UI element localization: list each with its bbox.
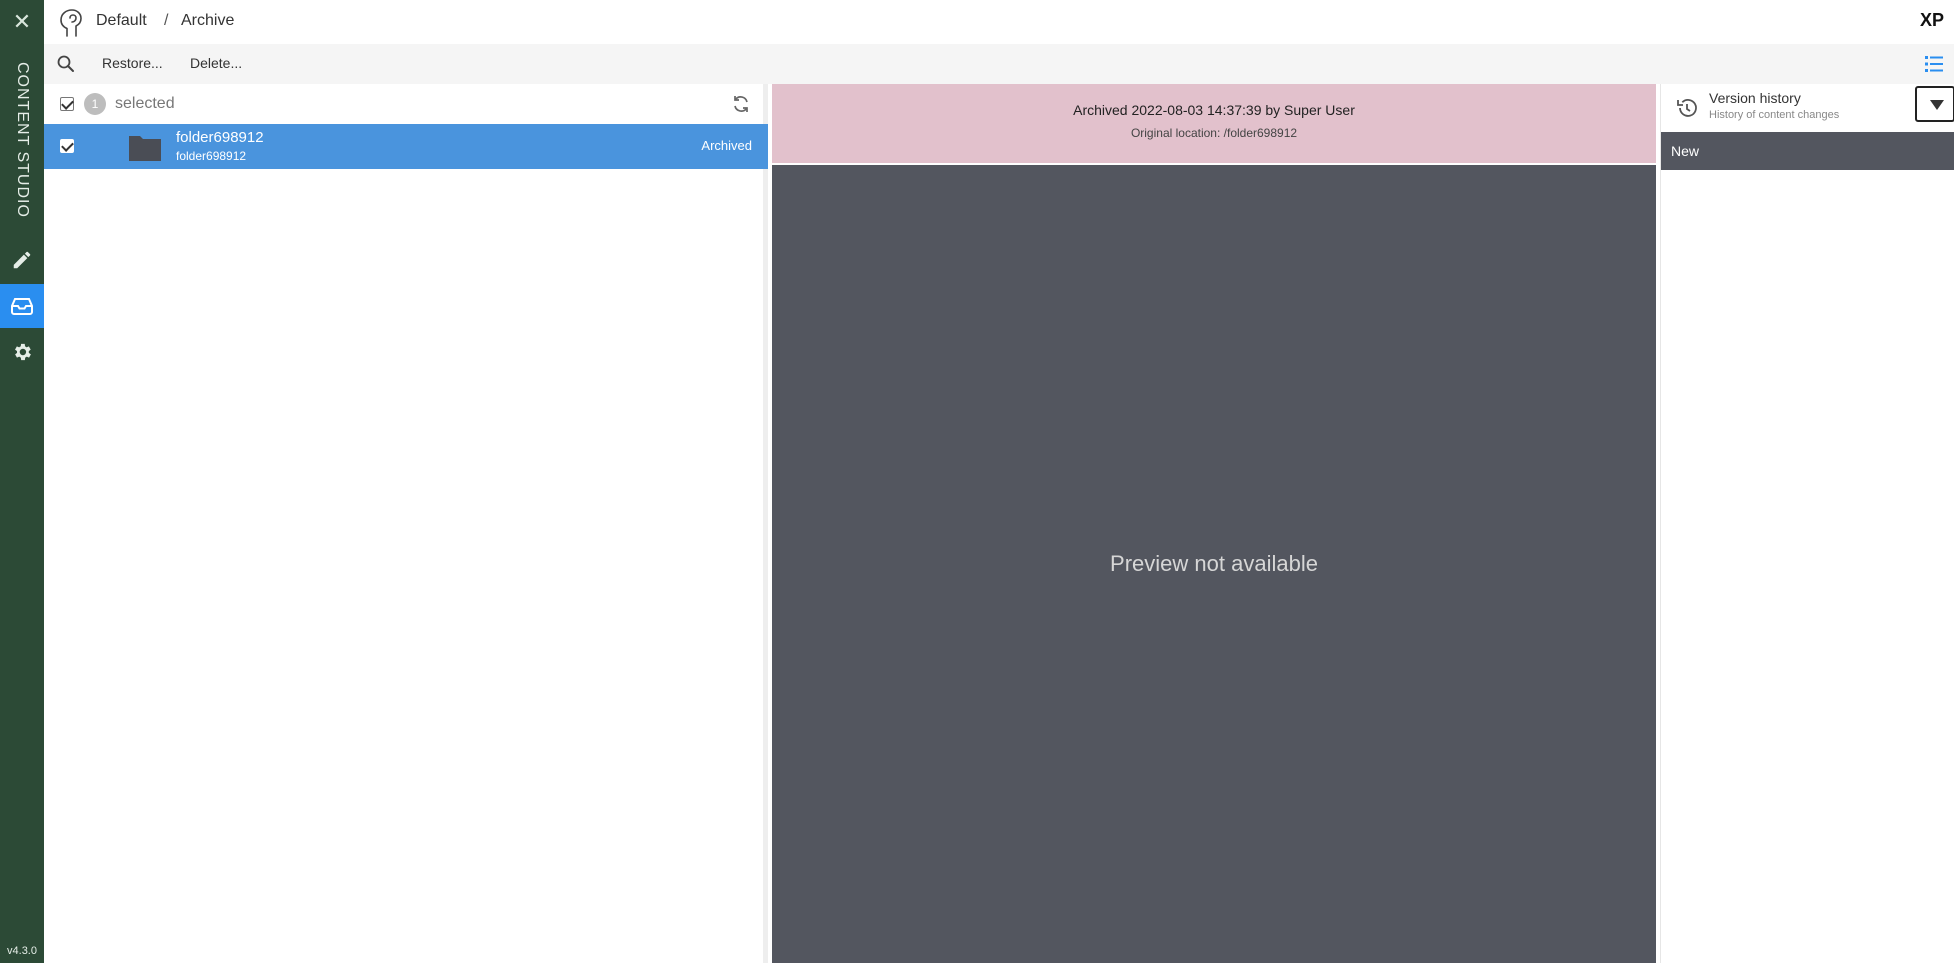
sidebar-item-archive[interactable]	[0, 284, 44, 328]
widget-selector-dropdown[interactable]	[1915, 86, 1954, 122]
toolbar: Restore... Delete...	[44, 44, 1954, 84]
preview-area: Preview not available	[772, 165, 1656, 963]
select-all-checkbox[interactable]	[60, 97, 74, 111]
table-row[interactable]: folder698912 folder698912 Archived	[44, 124, 768, 169]
sidebar-item-settings[interactable]	[0, 330, 44, 374]
breadcrumb-project[interactable]: Default	[96, 12, 147, 30]
context-panel: Version history History of content chang…	[1660, 84, 1954, 963]
content-grid: 1 selected folder698912 folder698912 Arc…	[44, 84, 768, 963]
history-icon	[1677, 99, 1697, 117]
gear-icon	[15, 343, 31, 361]
context-panel-header: Version history History of content chang…	[1661, 84, 1954, 132]
context-subtitle: History of content changes	[1709, 109, 1840, 121]
search-icon[interactable]	[56, 54, 76, 74]
enonic-logo-icon[interactable]	[56, 6, 86, 38]
close-icon[interactable]: ✕	[0, 6, 44, 38]
app-title-vertical: CONTENT STUDIO	[8, 62, 36, 222]
breadcrumb-current: Archive	[181, 12, 235, 29]
list-view-icon[interactable]	[1924, 54, 1944, 74]
pencil-icon	[13, 251, 31, 269]
selected-count-badge[interactable]: 1	[84, 93, 106, 115]
xp-brand[interactable]: XP	[1920, 10, 1944, 31]
context-title: Version history	[1709, 90, 1801, 106]
refresh-icon[interactable]	[731, 94, 751, 114]
preview-unavailable-message: Preview not available	[1110, 551, 1318, 576]
version-label: New	[1671, 143, 1700, 159]
app-title: CONTENT STUDIO	[14, 62, 31, 218]
archive-info-banner: Archived 2022-08-03 14:37:39 by Super Us…	[772, 84, 1656, 163]
preview-panel: Archived 2022-08-03 14:37:39 by Super Us…	[772, 84, 1656, 963]
folder-icon	[129, 136, 161, 161]
row-path: folder698912	[176, 149, 247, 163]
app-version: v4.3.0	[7, 945, 37, 957]
original-location-text: Original location: /folder698912	[1130, 126, 1298, 140]
restore-button[interactable]: Restore...	[102, 55, 163, 71]
breadcrumb-separator: /	[164, 12, 169, 29]
sidebar-item-edit[interactable]	[0, 238, 44, 282]
selected-label[interactable]: selected	[115, 95, 175, 113]
row-display-name: folder698912	[176, 129, 264, 146]
grid-header: 1 selected	[44, 84, 763, 124]
archive-info-text: Archived 2022-08-03 14:37:39 by Super Us…	[1073, 102, 1355, 118]
app-sidebar: ✕ CONTENT STUDIO v4.3.0	[0, 0, 44, 963]
version-item[interactable]: New	[1661, 132, 1954, 170]
archive-icon	[11, 298, 33, 315]
row-status: Archived	[701, 138, 752, 153]
top-header: Default / Archive XP	[44, 0, 1954, 44]
row-checkbox[interactable]	[60, 139, 74, 153]
delete-button[interactable]: Delete...	[190, 55, 242, 71]
